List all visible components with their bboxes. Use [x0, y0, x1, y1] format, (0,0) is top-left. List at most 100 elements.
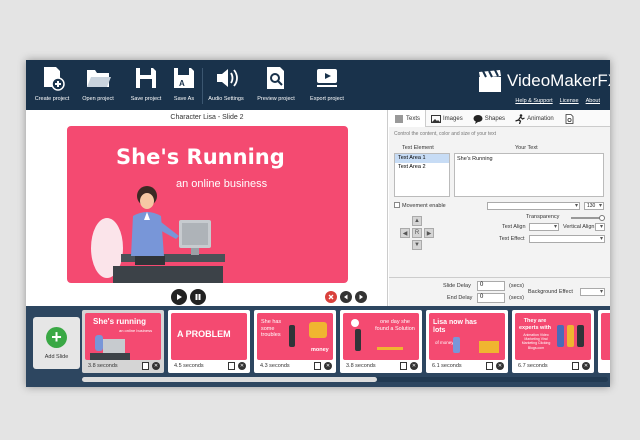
save-as-button[interactable]: A Save As — [170, 65, 198, 108]
movement-checkbox[interactable] — [394, 202, 400, 208]
about-link[interactable]: About — [586, 98, 600, 104]
open-project-label: Open project — [82, 96, 114, 102]
thumbnail-subtext: of money — [435, 340, 454, 345]
text-effect-dropdown[interactable] — [529, 235, 605, 243]
vertical-align-dropdown[interactable] — [595, 223, 605, 231]
pause-button[interactable] — [190, 289, 206, 305]
remove-slide-icon[interactable]: ✕ — [152, 362, 160, 370]
text-area-2-item[interactable]: Text Area 2 — [395, 163, 449, 172]
speaker-icon — [217, 69, 238, 87]
tab-texts[interactable]: Texts — [389, 110, 427, 127]
duplicate-slide-icon[interactable] — [142, 362, 149, 370]
audio-settings-label: Audio Settings — [208, 96, 244, 102]
tab-shapes[interactable]: Shapes — [468, 110, 510, 127]
pause-icon — [195, 294, 201, 300]
duplicate-slide-icon[interactable] — [228, 362, 235, 370]
slide-duration: 6.1 seconds — [432, 363, 462, 369]
thumbnail-text: one day she found a Solution — [375, 319, 415, 332]
move-up-button[interactable]: ▲ — [412, 216, 422, 226]
save-as-icon: A — [174, 68, 194, 88]
slide-timeline: + Add Slide She's running an online busi… — [26, 306, 610, 387]
reset-position-button[interactable]: R — [412, 228, 422, 238]
tab-texts-label: Texts — [406, 115, 421, 122]
speech-bubble-icon — [473, 114, 483, 124]
transparency-label: Transparency — [526, 214, 560, 220]
character-illustration[interactable] — [85, 176, 235, 283]
text-align-dropdown[interactable] — [529, 223, 559, 231]
slide-thumbnail[interactable]: A PROBLEM 4.5 seconds ✕ — [168, 310, 250, 373]
remove-slide-icon[interactable]: ✕ — [496, 362, 504, 370]
slide-delay-input[interactable]: 0 — [477, 281, 505, 291]
tab-settings[interactable] — [559, 110, 579, 127]
previous-slide-button[interactable] — [340, 291, 352, 303]
license-link[interactable]: License — [560, 98, 579, 104]
preview-icon — [267, 67, 284, 89]
close-icon — [328, 294, 334, 300]
transparency-slider[interactable] — [571, 215, 605, 221]
create-project-icon — [44, 67, 65, 91]
slide-thumbnail[interactable]: Lisa now has lots of money 6.1 seconds ✕ — [426, 310, 508, 373]
preview-project-button[interactable]: Preview project — [256, 65, 296, 108]
text-area-1-item[interactable]: Text Area 1 — [395, 154, 449, 163]
add-slide-button[interactable]: + Add Slide — [33, 317, 80, 369]
your-text-input[interactable]: She's Running — [454, 153, 604, 197]
thumbnail-preview: She's running an online business — [85, 313, 161, 360]
tab-images[interactable]: Images — [426, 110, 468, 127]
create-project-button[interactable]: Create project — [32, 65, 72, 108]
slide-canvas[interactable]: She's Running an online business — [67, 126, 348, 283]
slide-delay-secs: (secs) — [509, 283, 524, 289]
thumbnail-preview — [601, 313, 610, 360]
slide-thumbnail[interactable]: She has some troubles money 4.3 seconds … — [254, 310, 336, 373]
remove-slide-icon[interactable]: ✕ — [324, 362, 332, 370]
slide-thumbnail[interactable]: They are experts with Animation Video Ma… — [512, 310, 594, 373]
open-project-button[interactable]: Open project — [78, 65, 118, 108]
vertical-align-label: Vertical Align — [563, 224, 595, 230]
transparency-slider-handle[interactable] — [599, 215, 605, 221]
tab-animation[interactable]: Animation — [510, 110, 559, 127]
remove-slide-icon[interactable]: ✕ — [582, 362, 590, 370]
timeline-scroll-thumb[interactable] — [82, 377, 377, 382]
duplicate-slide-icon[interactable] — [314, 362, 321, 370]
font-dropdown[interactable] — [487, 202, 580, 210]
slide-thumbnail[interactable]: one day she found a Solution 3.8 seconds… — [340, 310, 422, 373]
background-effect-dropdown[interactable] — [580, 288, 605, 296]
help-support-link[interactable]: Help & Support — [515, 98, 552, 104]
slide-thumbnail[interactable] — [598, 310, 610, 373]
add-slide-label: Add Slide — [44, 353, 69, 360]
duplicate-slide-icon[interactable] — [486, 362, 493, 370]
font-size-dropdown[interactable]: 130 — [584, 202, 604, 210]
help-links: Help & Support License About — [515, 98, 600, 104]
slide-thumbnail[interactable]: She's running an online business 3.8 sec… — [82, 310, 164, 373]
slide-heading[interactable]: She's Running — [116, 145, 285, 169]
duplicate-slide-icon[interactable] — [400, 362, 407, 370]
audio-settings-button[interactable]: Audio Settings — [206, 65, 246, 108]
slide-duration: 3.8 seconds — [346, 363, 376, 369]
export-project-button[interactable]: Export project — [307, 65, 347, 108]
thumbnail-character — [355, 329, 361, 351]
remove-slide-icon[interactable]: ✕ — [410, 362, 418, 370]
thumbnail-text: She's running — [93, 317, 147, 326]
move-right-button[interactable]: ▶ — [424, 228, 434, 238]
timeline-scrollbar[interactable] — [82, 377, 608, 382]
create-project-label: Create project — [34, 96, 70, 102]
text-effect-label: Text Effect — [499, 236, 525, 242]
thumbnail-preview: They are experts with Animation Video Ma… — [515, 313, 591, 360]
save-project-button[interactable]: Save project — [126, 65, 166, 108]
next-slide-button[interactable] — [355, 291, 367, 303]
thumbnail-subtext: an online business — [119, 328, 153, 333]
end-delay-input[interactable]: 0 — [477, 293, 505, 303]
text-align-label: Text Align — [502, 224, 526, 230]
arrow-right-icon: ▶ — [426, 230, 432, 237]
thumbnail-preview: She has some troubles money — [257, 313, 333, 360]
thumbnail-character — [557, 325, 564, 347]
move-down-button[interactable]: ▼ — [412, 240, 422, 250]
lightbulb-icon — [351, 319, 359, 327]
end-delay-label: End Delay — [447, 295, 473, 301]
thumbnail-preview: A PROBLEM — [171, 313, 247, 360]
remove-slide-icon[interactable]: ✕ — [238, 362, 246, 370]
move-left-button[interactable]: ◀ — [400, 228, 410, 238]
delete-slide-button[interactable] — [325, 291, 337, 303]
play-button[interactable] — [171, 289, 187, 305]
text-element-header: Text Element — [402, 145, 434, 151]
duplicate-slide-icon[interactable] — [572, 362, 579, 370]
